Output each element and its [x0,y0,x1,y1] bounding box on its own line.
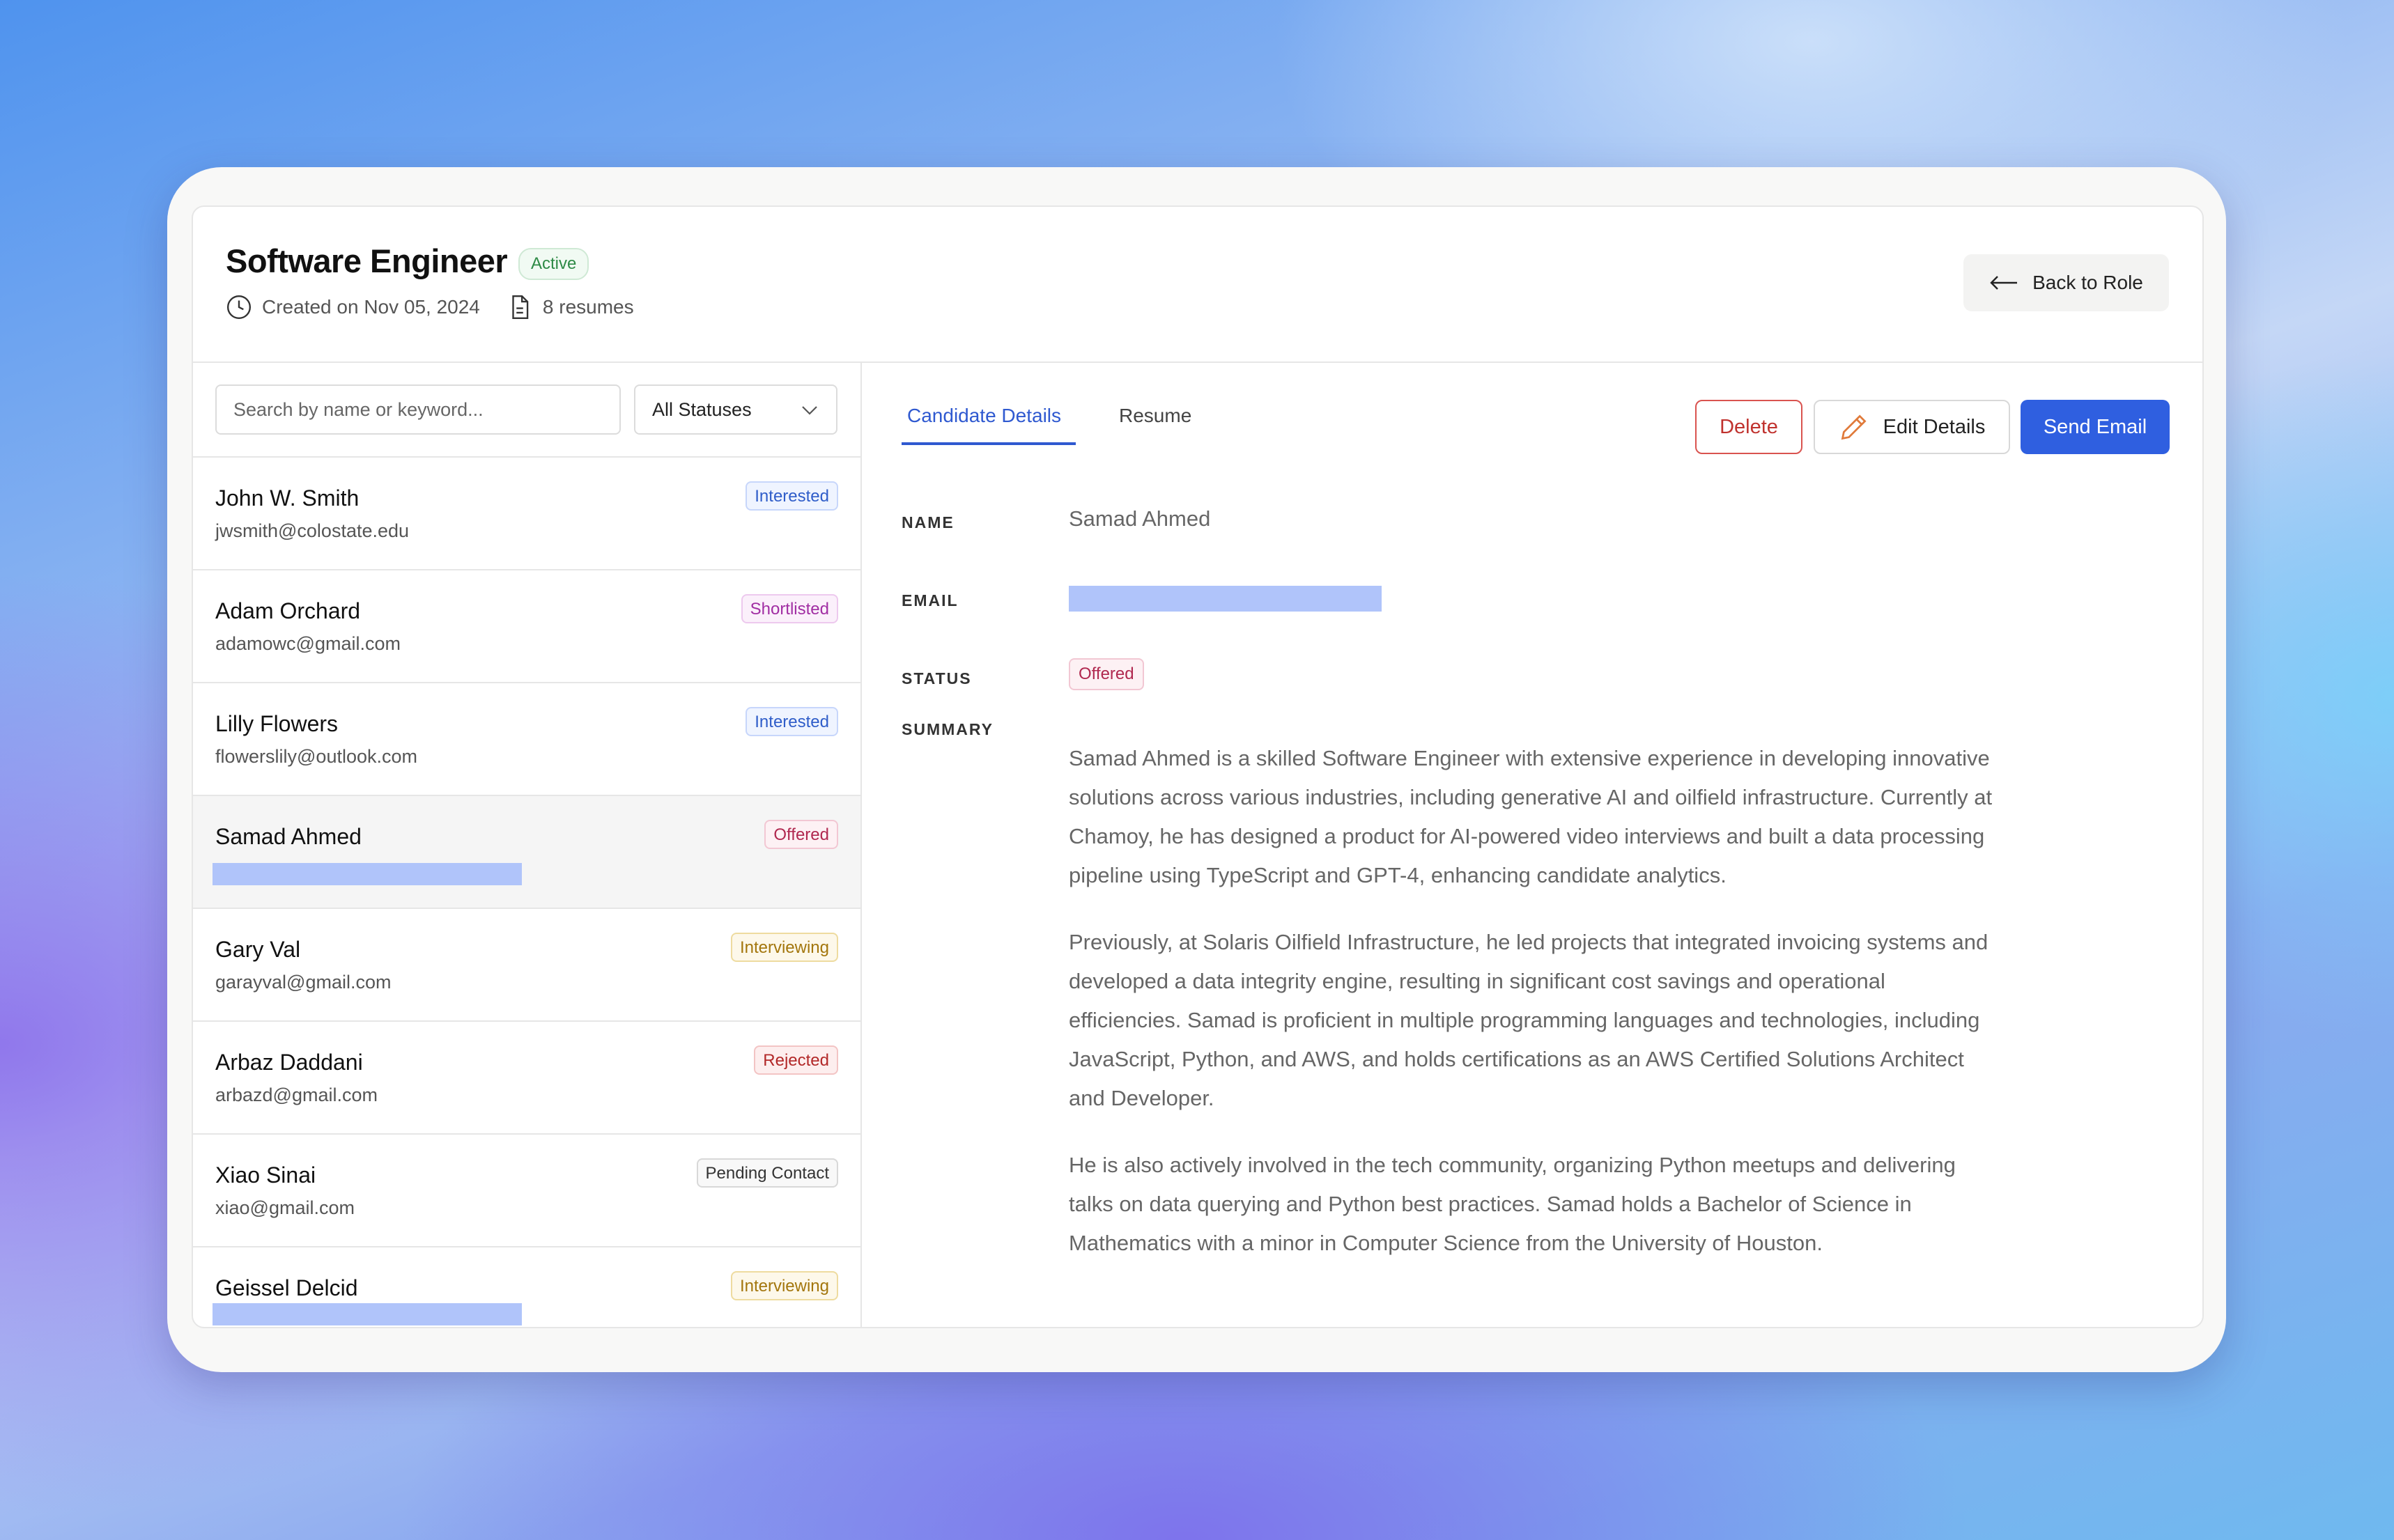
created-date: Created on Nov 05, 2024 [262,296,480,318]
app-window: Software Engineer Active Created on Nov … [167,167,2226,1372]
page-title: Software Engineer [226,242,508,279]
status-filter-select[interactable]: All Statuses [634,384,837,435]
redacted-email [213,1303,522,1325]
candidate-name: Adam Orchard [215,598,361,623]
candidate-row[interactable]: Arbaz Daddani arbazd@gmail.com Rejected [193,1022,860,1135]
summary-paragraph: He is also actively involved in the tech… [1069,1153,1956,1255]
name-label: NAME [902,513,955,531]
candidate-email: adamowc@gmail.com [215,633,401,654]
back-to-role-button[interactable]: Back to Role [1963,254,2169,311]
candidate-name: Geissel Delcid [215,1275,358,1300]
candidate-name: Arbaz Daddani [215,1050,363,1075]
candidate-name-value: Samad Ahmed [1069,506,1211,531]
candidate-detail-panel: Candidate Details Resume Delete Edit Det… [862,363,2202,1327]
role-meta: Created on Nov 05, 2024 8 resumes [226,294,661,320]
candidate-row[interactable]: John W. Smith jwsmith@colostate.edu Inte… [193,458,860,570]
summary-label: SUMMARY [902,720,994,738]
candidate-email: garayval@gmail.com [215,972,392,993]
candidate-name: Xiao Sinai [215,1162,316,1188]
candidate-row[interactable]: Geissel Delcid Interviewing [193,1247,860,1327]
email-label: EMAIL [902,591,959,609]
tab-candidate-details[interactable]: Candidate Details [902,405,1076,445]
search-input[interactable] [215,384,621,435]
chevron-down-icon [802,406,817,415]
candidate-status-badge: Rejected [754,1045,838,1075]
candidate-row[interactable]: Adam Orchard adamowc@gmail.com Shortlist… [193,570,860,683]
delete-button[interactable]: Delete [1695,400,1802,454]
candidate-status-badge: Interviewing [730,1271,838,1300]
candidate-email: arbazd@gmail.com [215,1084,378,1105]
pencil-icon [1841,414,1867,440]
candidate-status-badge: Shortlisted [741,594,838,623]
resume-count: 8 resumes [542,296,634,318]
candidate-name: Gary Val [215,937,301,962]
candidate-name: Lilly Flowers [215,711,339,736]
candidate-row[interactable]: Xiao Sinai xiao@gmail.com Pending Contac… [193,1135,860,1247]
candidate-status-badge: Interested [746,481,838,511]
role-status-badge: Active [518,248,589,280]
edit-details-label: Edit Details [1883,415,1986,438]
tab-resume[interactable]: Resume [1119,405,1191,427]
candidate-email: flowerslily@outlook.com [215,746,417,767]
summary-paragraph: Previously, at Solaris Oilfield Infrastr… [1069,930,1988,1110]
candidate-row[interactable]: Lilly Flowers flowerslily@outlook.com In… [193,683,860,796]
summary-text: Samad Ahmed is a skilled Software Engine… [1069,739,1995,1291]
back-to-role-label: Back to Role [2032,272,2143,293]
candidate-list-panel: All Statuses John W. Smith jwsmith@colos… [193,363,862,1327]
candidate-list: John W. Smith jwsmith@colostate.edu Inte… [193,456,860,1327]
candidate-status-badge: Pending Contact [696,1158,838,1188]
candidate-status-badge: Offered [764,820,838,849]
candidate-status-value: Offered [1069,658,1144,690]
redacted-email [213,863,522,885]
status-label: STATUS [902,669,972,687]
summary-paragraph: Samad Ahmed is a skilled Software Engine… [1069,746,1993,887]
candidate-name: John W. Smith [215,485,360,511]
candidate-name: Samad Ahmed [215,824,362,849]
edit-details-button[interactable]: Edit Details [1814,400,2010,454]
document-icon [512,295,529,320]
created-info: Created on Nov 05, 2024 [226,294,480,320]
candidate-email: jwsmith@colostate.edu [215,520,410,541]
candidate-row[interactable]: Gary Val garayval@gmail.com Interviewing [193,909,860,1022]
candidate-status-badge: Interviewing [730,933,838,962]
status-filter-value: All Statuses [652,398,752,420]
redacted-email-value [1069,586,1382,612]
send-email-button[interactable]: Send Email [2021,400,2170,454]
role-header: Software Engineer Active Created on Nov … [193,207,2202,363]
candidate-status-badge: Interested [746,707,838,736]
clock-icon [226,295,252,320]
resume-count-info: 8 resumes [507,294,634,320]
candidate-row-selected[interactable]: Samad Ahmed Offered [193,796,860,909]
candidate-email: xiao@gmail.com [215,1197,355,1218]
role-card: Software Engineer Active Created on Nov … [192,205,2204,1328]
arrow-left-icon [1990,276,2018,290]
